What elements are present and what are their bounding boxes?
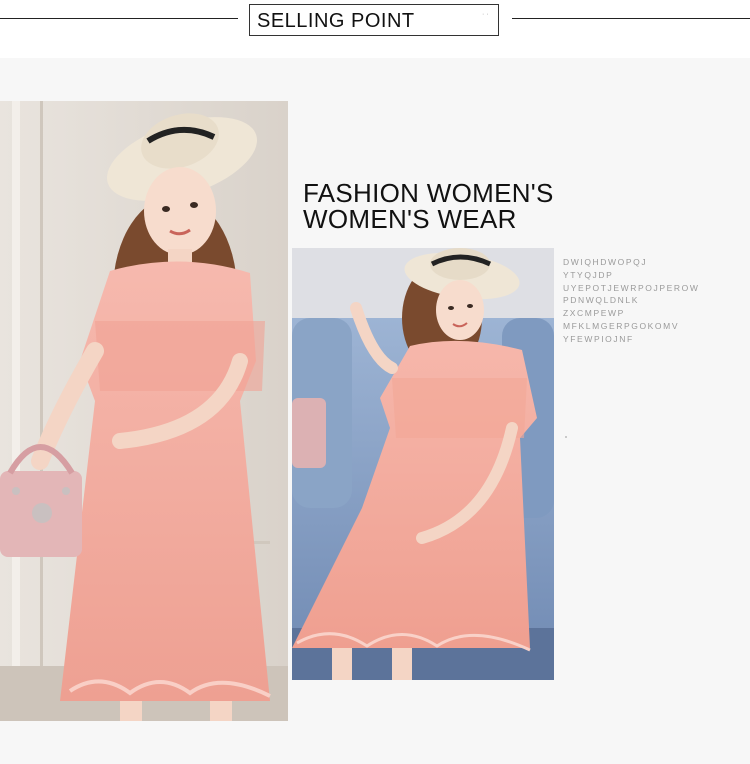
descriptor-text-block: DWIQHDWOPQJ YTYQJDP UYEPOTJEWRPOJPEROW P…: [563, 256, 699, 346]
section-title: SELLING POINT: [257, 10, 415, 32]
descriptor-line: DWIQHDWOPQJ: [563, 257, 648, 267]
descriptor-line: MFKLMGERPGOKOMV: [563, 320, 680, 331]
decorative-dot: [565, 436, 567, 438]
model-photo-left: [0, 101, 288, 721]
descriptor-line: YTYQJDP: [563, 269, 614, 280]
model-standing-image: [0, 101, 288, 721]
descriptor-line: PDNWQLDNLK: [563, 295, 639, 306]
descriptor-line: YFEWPIOJNF: [563, 333, 634, 344]
headline-line-2: WOMEN'S WEAR: [303, 204, 517, 234]
left-divider: [0, 18, 238, 19]
descriptor-line: ZXCMPEWP: [563, 308, 625, 319]
section-title-box: SELLING POINT · ·: [249, 4, 499, 36]
model-photo-right: [292, 248, 554, 680]
right-divider: [512, 18, 750, 19]
header-band: SELLING POINT · ·: [0, 0, 750, 58]
decorative-dots: · ·: [482, 11, 489, 18]
model-sitting-image: [292, 248, 554, 680]
descriptor-line: UYEPOTJEWRPOJPEROW: [563, 282, 700, 293]
